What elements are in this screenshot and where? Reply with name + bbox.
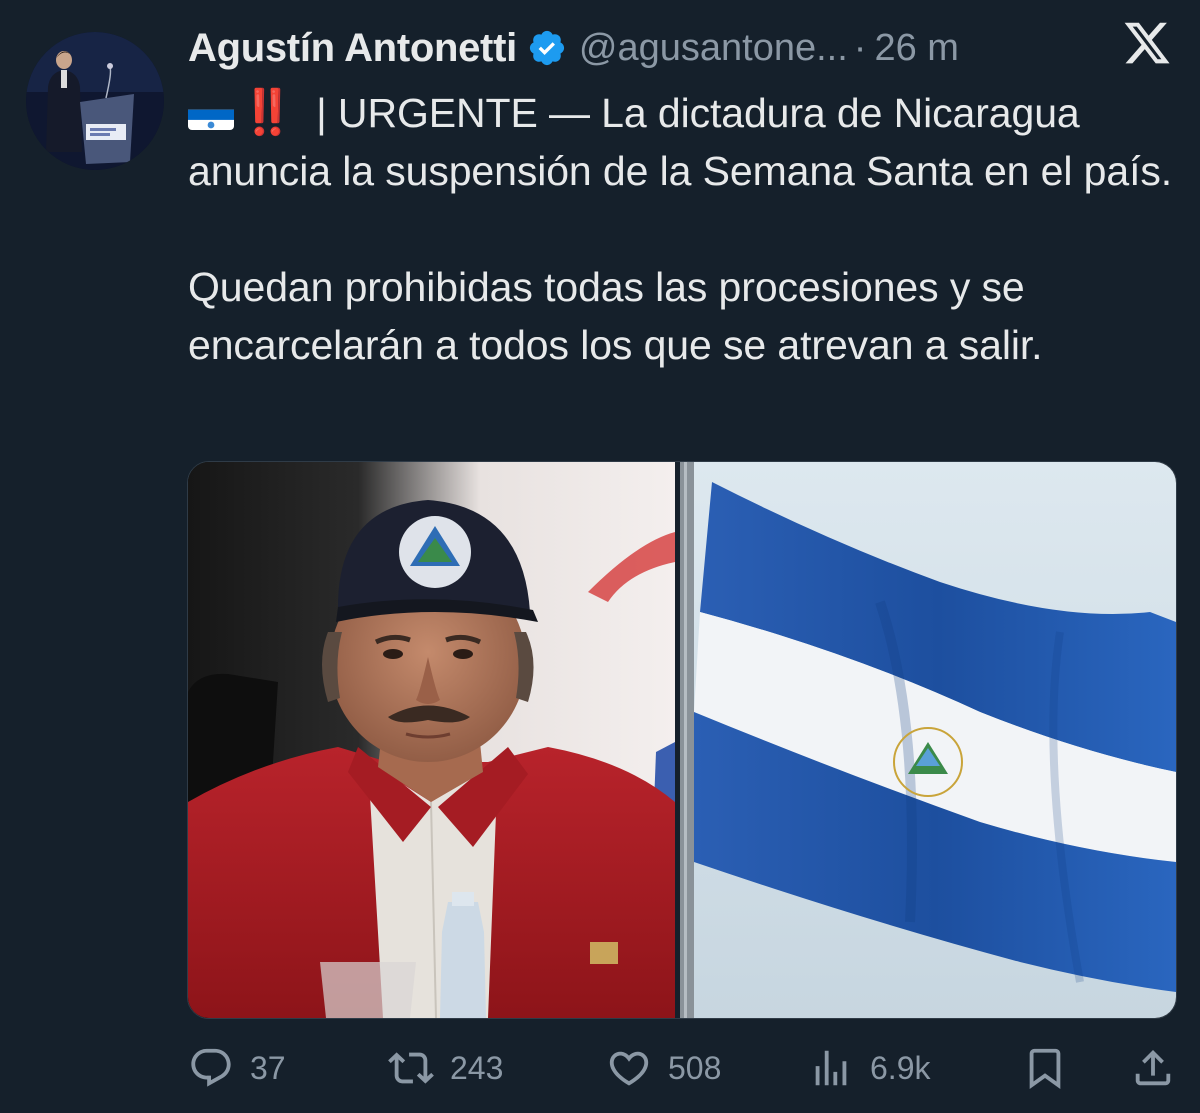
views-icon	[815, 1050, 847, 1086]
like-button[interactable]: 508	[606, 1040, 721, 1096]
author-name[interactable]: Agustín Antonetti	[188, 26, 517, 71]
nicaragua-flag-icon	[188, 98, 234, 130]
views-button[interactable]: 6.9k	[808, 1040, 930, 1096]
share-button[interactable]	[1130, 1040, 1176, 1096]
urgent-exclamation: ‼️	[240, 88, 295, 137]
bookmark-button[interactable]	[1022, 1040, 1068, 1096]
action-bar: 37 243 508 6.9k	[188, 1040, 1178, 1096]
reply-icon	[191, 1048, 231, 1087]
post-line-2: Quedan prohibidas todas las procesiones …	[188, 264, 1043, 368]
author-handle[interactable]: @agusantone...	[579, 27, 848, 70]
x-logo-icon	[1124, 22, 1170, 64]
repost-icon	[388, 1052, 434, 1084]
like-icon	[609, 1051, 649, 1086]
avatar[interactable]	[26, 32, 164, 170]
tweet[interactable]: Agustín Antonetti @agusantone... · 26 m …	[0, 0, 1200, 1113]
tweet-header: Agustín Antonetti @agusantone... · 26 m	[188, 22, 959, 74]
media-grid[interactable]	[187, 461, 1177, 1019]
repost-count: 243	[450, 1049, 504, 1086]
photo-nicaragua-flag[interactable]	[680, 462, 1176, 1018]
share-icon	[1135, 1049, 1171, 1086]
photo-man-red-jacket-cap[interactable]	[188, 462, 675, 1018]
post-text: ‼️ | URGENTE — La dictadura de Nicaragua…	[188, 84, 1178, 374]
like-count: 508	[668, 1049, 722, 1086]
reply-button[interactable]: 37	[188, 1040, 286, 1096]
verified-badge-icon	[529, 30, 564, 66]
bookmark-icon	[1029, 1048, 1061, 1089]
views-count: 6.9k	[870, 1049, 931, 1086]
post-headline: | URGENTE — La dictadura de Nicaragua an…	[188, 90, 1173, 194]
post-time[interactable]: 26 m	[874, 27, 958, 70]
reply-count: 37	[250, 1049, 286, 1086]
post-line-1: ‼️ | URGENTE — La dictadura de Nicaragua…	[188, 84, 1178, 200]
repost-button[interactable]: 243	[388, 1040, 503, 1096]
separator-dot: ·	[853, 26, 867, 69]
